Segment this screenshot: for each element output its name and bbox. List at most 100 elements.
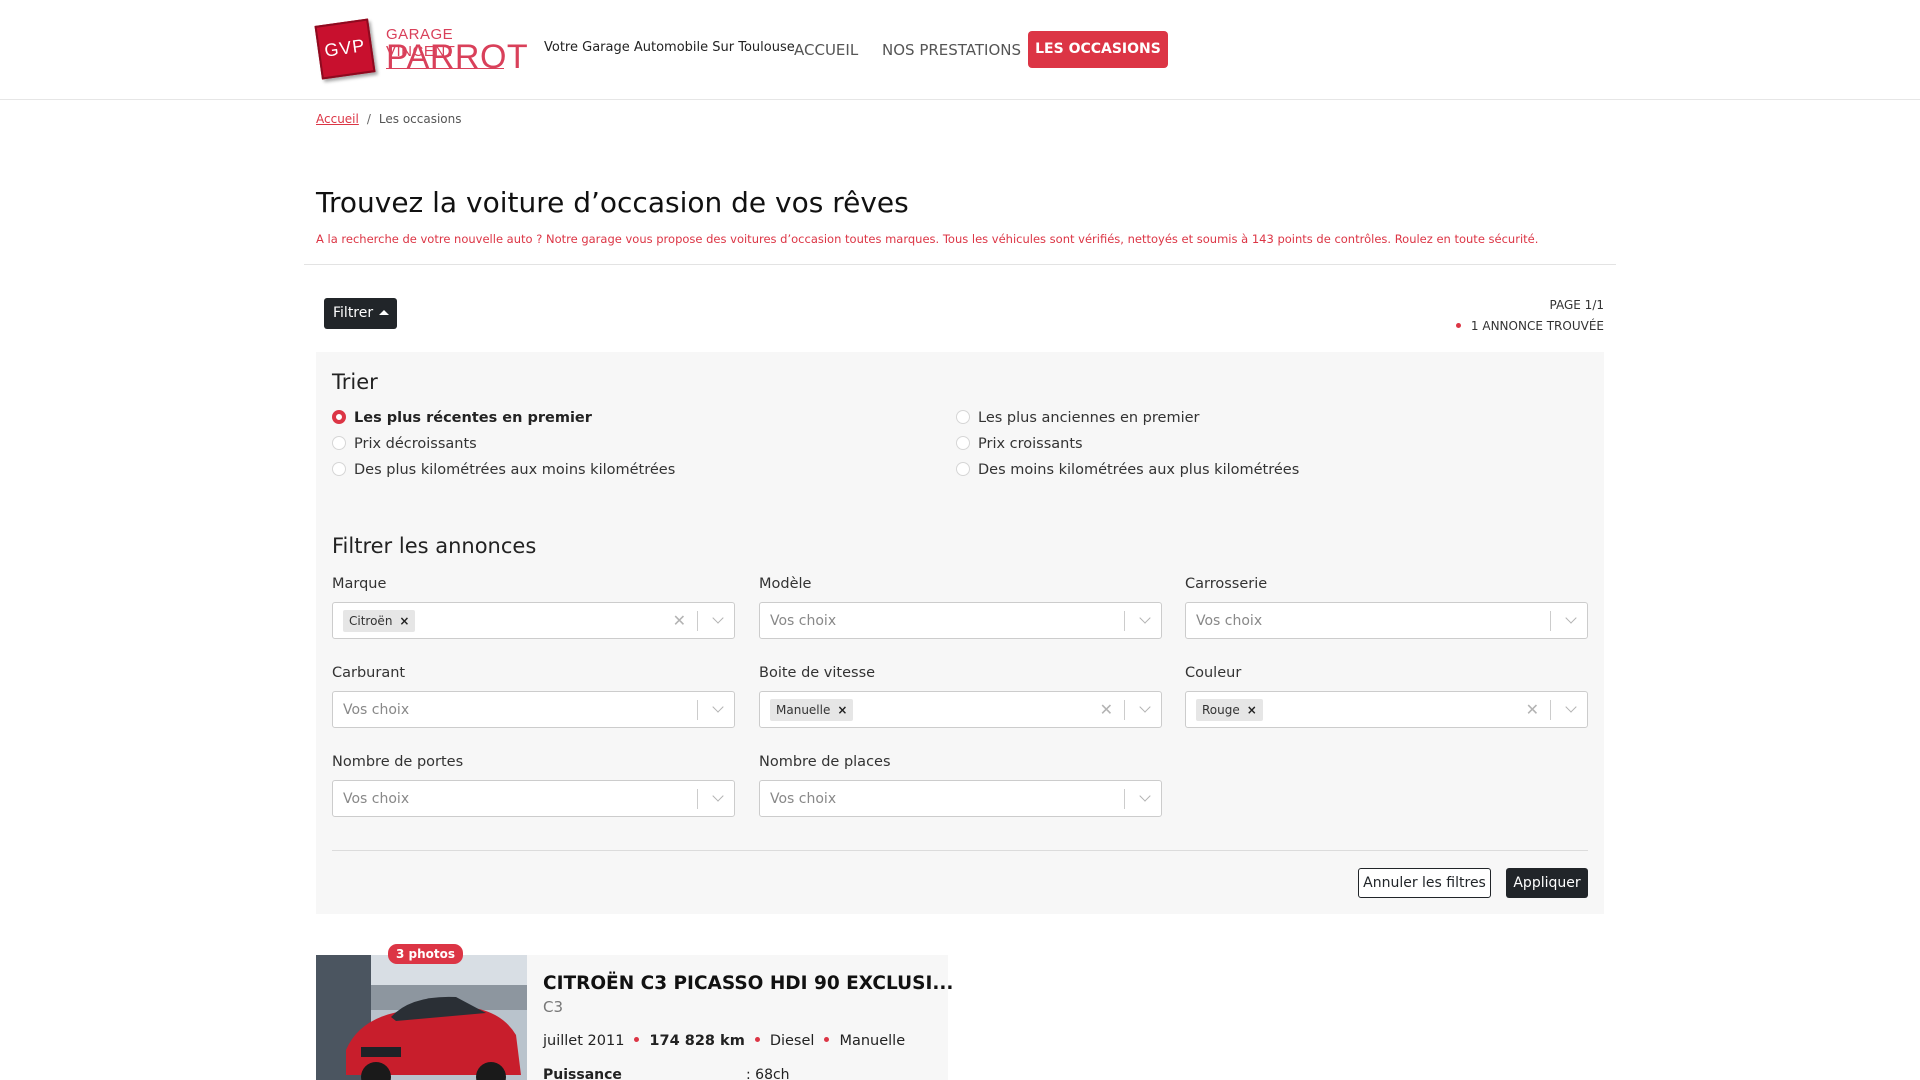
- sort-option-label: Les plus anciennes en premier: [978, 410, 1200, 426]
- listing-model: C3: [543, 998, 564, 1016]
- chevron-down-icon[interactable]: [1566, 614, 1576, 624]
- listing-meta: juillet 2011 174 828 km Diesel Manuelle: [543, 1033, 905, 1049]
- select-separator: [1124, 789, 1125, 809]
- breadcrumb: Accueil / Les occasions: [316, 112, 462, 126]
- select-placeholder: Vos choix: [770, 791, 837, 807]
- listing-photo[interactable]: [316, 955, 527, 1080]
- logo-underline: [386, 68, 504, 69]
- filter-toggle-button[interactable]: Filtrer: [324, 298, 397, 329]
- selected-tag-marque: Citroën ×: [343, 610, 416, 632]
- select-placeholder: Vos choix: [343, 791, 410, 807]
- radio-icon: [956, 462, 970, 476]
- chevron-down-icon[interactable]: [1140, 703, 1150, 713]
- field-label-carrosserie: Carrosserie: [1185, 576, 1268, 592]
- select-separator: [1550, 700, 1551, 720]
- sort-option-label: Les plus récentes en premier: [354, 410, 592, 426]
- spec-label-puissance: Puissance: [543, 1067, 622, 1080]
- bullet-icon: [824, 1037, 830, 1042]
- clear-icon[interactable]: ✕: [673, 611, 686, 630]
- nav-link-accueil[interactable]: ACCUEIL: [794, 41, 858, 59]
- field-label-carburant: Carburant: [332, 665, 406, 681]
- listing-mileage: 174 828 km: [649, 1033, 745, 1049]
- select-separator: [1550, 611, 1551, 631]
- cancel-filters-button[interactable]: Annuler les filtres: [1358, 868, 1491, 898]
- listing-title[interactable]: CITROËN C3 PICASSO HDI 90 EXCLUSI...: [543, 973, 953, 994]
- select-couleur[interactable]: Rouge × ✕: [1185, 691, 1588, 728]
- chevron-down-icon[interactable]: [1140, 792, 1150, 802]
- logo-text-line2: PARROT: [386, 38, 529, 76]
- nav-link-occasions[interactable]: LES OCCASIONS: [1028, 31, 1168, 68]
- sort-option-label: Des plus kilométrées aux moins kilométré…: [354, 462, 676, 478]
- listing-gearbox: Manuelle: [839, 1033, 906, 1049]
- select-placeholder: Vos choix: [343, 702, 410, 718]
- nav-link-prestations[interactable]: NOS PRESTATIONS: [882, 41, 1021, 59]
- select-placeholder: Vos choix: [770, 613, 837, 629]
- sort-option-label: Prix croissants: [978, 436, 1083, 452]
- page-indicator: PAGE 1/1: [1549, 298, 1604, 312]
- selected-tag-couleur: Rouge ×: [1196, 699, 1263, 721]
- filter-toggle-label: Filtrer: [333, 305, 374, 321]
- results-count-label: 1 ANNONCE TROUVÉE: [1470, 319, 1604, 333]
- sort-option-recent[interactable]: Les plus récentes en premier: [332, 410, 592, 426]
- garage-logo[interactable]: GVP GARAGE VINCENT PARROT: [314, 18, 528, 82]
- field-label-boite: Boite de vitesse: [759, 665, 876, 681]
- remove-tag-icon[interactable]: ×: [1247, 703, 1257, 717]
- breadcrumb-current: Les occasions: [378, 112, 462, 126]
- listing-date: juillet 2011: [543, 1033, 625, 1049]
- select-separator: [697, 611, 698, 631]
- sort-option-oldest[interactable]: Les plus anciennes en premier: [956, 410, 1199, 426]
- select-boite-vitesse[interactable]: Manuelle × ✕: [759, 691, 1162, 728]
- field-label-places: Nombre de places: [759, 754, 891, 770]
- panel-divider: [332, 850, 1588, 851]
- sort-option-km-asc[interactable]: Des moins kilométrées aux plus kilométré…: [956, 462, 1299, 478]
- select-carburant[interactable]: Vos choix: [332, 691, 735, 728]
- remove-tag-icon[interactable]: ×: [399, 614, 409, 628]
- radio-icon: [956, 410, 970, 424]
- filter-title: Filtrer les annonces: [332, 534, 537, 558]
- title-divider: [304, 264, 1616, 265]
- select-nombre-places[interactable]: Vos choix: [759, 780, 1162, 817]
- select-carrosserie[interactable]: Vos choix: [1185, 602, 1588, 639]
- field-label-modele: Modèle: [759, 576, 812, 592]
- remove-tag-icon[interactable]: ×: [837, 703, 847, 717]
- select-separator: [697, 700, 698, 720]
- site-tagline: Votre Garage Automobile Sur Toulouse.: [544, 40, 799, 55]
- chevron-down-icon[interactable]: [713, 703, 723, 713]
- selected-tag-boite: Manuelle ×: [770, 699, 854, 721]
- select-placeholder: Vos choix: [1196, 613, 1263, 629]
- sort-option-price-desc[interactable]: Prix décroissants: [332, 436, 477, 452]
- chevron-down-icon[interactable]: [713, 792, 723, 802]
- clear-icon[interactable]: ✕: [1526, 700, 1539, 719]
- radio-icon: [332, 436, 346, 450]
- photo-count-badge: 3 photos: [388, 944, 464, 964]
- select-separator: [1124, 611, 1125, 631]
- radio-checked-icon: [332, 410, 346, 424]
- apply-filters-button[interactable]: Appliquer: [1506, 868, 1588, 898]
- select-nombre-portes[interactable]: Vos choix: [332, 780, 735, 817]
- logo-mark: GVP: [314, 18, 376, 80]
- bullet-icon: [1455, 323, 1461, 328]
- chevron-down-icon[interactable]: [1140, 614, 1150, 624]
- clear-icon[interactable]: ✕: [1100, 700, 1113, 719]
- sort-option-price-asc[interactable]: Prix croissants: [956, 436, 1083, 452]
- results-count: 1 ANNONCE TROUVÉE: [1455, 316, 1604, 337]
- radio-icon: [332, 462, 346, 476]
- field-label-marque: Marque: [332, 576, 387, 592]
- page-subtitle: A la recherche de votre nouvelle auto ? …: [316, 232, 1539, 246]
- breadcrumb-separator: /: [366, 112, 371, 126]
- sort-option-label: Prix décroissants: [354, 436, 477, 452]
- results-info: PAGE 1/1 1 ANNONCE TROUVÉE: [1455, 295, 1604, 337]
- filter-panel: Trier Les plus récentes en premier Les p…: [316, 352, 1604, 914]
- chevron-down-icon[interactable]: [1566, 703, 1576, 713]
- bullet-icon: [754, 1037, 760, 1042]
- listing-card[interactable]: CITROËN C3 PICASSO HDI 90 EXCLUSI... C3 …: [316, 955, 953, 1080]
- bullet-icon: [634, 1037, 640, 1042]
- select-modele[interactable]: Vos choix: [759, 602, 1162, 639]
- chevron-down-icon[interactable]: [713, 614, 723, 624]
- page-title: Trouvez la voiture d’occasion de vos rêv…: [316, 186, 909, 219]
- breadcrumb-home-link[interactable]: Accueil: [316, 112, 359, 126]
- select-marque[interactable]: Citroën × ✕: [332, 602, 735, 639]
- sort-option-km-desc[interactable]: Des plus kilométrées aux moins kilométré…: [332, 462, 675, 478]
- field-label-couleur: Couleur: [1185, 665, 1242, 681]
- select-separator: [697, 789, 698, 809]
